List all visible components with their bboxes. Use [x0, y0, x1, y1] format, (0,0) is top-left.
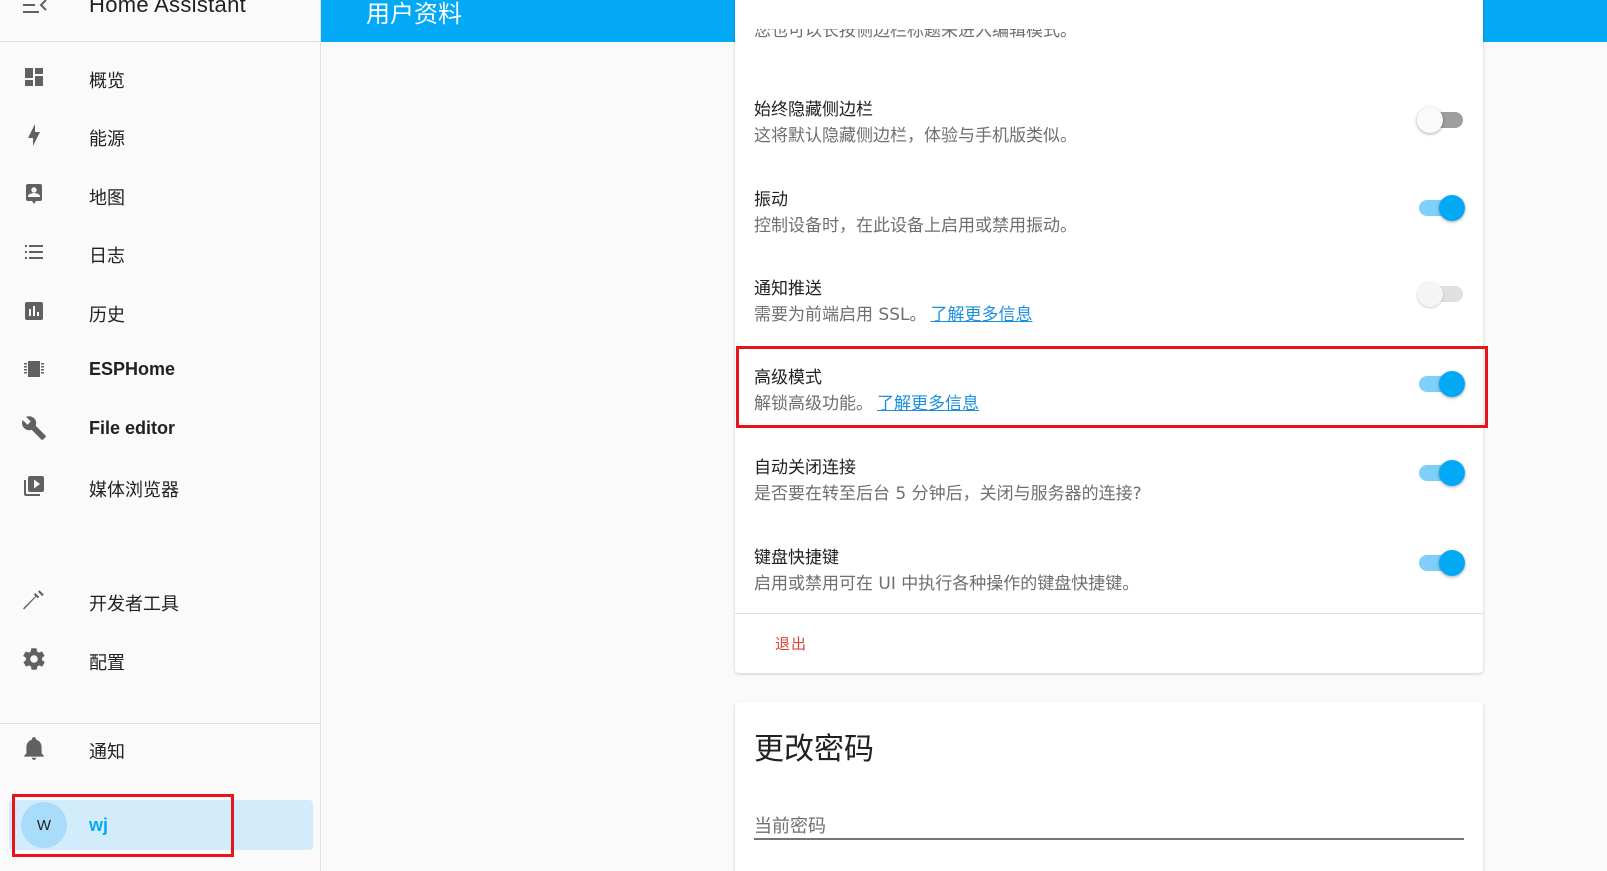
logout-button[interactable]: 退出: [775, 633, 807, 654]
sidebar-item-label: 媒体浏览器: [89, 480, 179, 501]
toggle-thumb: [1417, 107, 1443, 133]
sidebar-item-label: 历史: [89, 305, 125, 326]
chip-icon: [21, 356, 47, 382]
sidebar-item-label: 概览: [89, 71, 125, 92]
change-password-card: 更改密码 当前密码: [735, 702, 1483, 871]
sidebar-item-energy[interactable]: 能源: [0, 113, 320, 157]
advanced-mode-toggle[interactable]: [1417, 369, 1465, 397]
map-account-icon: [21, 181, 47, 207]
lightning-bolt-icon: [21, 122, 47, 148]
setting-description: 需要为前端启用 SSL。 了解更多信息: [754, 300, 1032, 325]
setting-row-vibrate: 振动 控制设备时，在此设备上启用或禁用振动。: [735, 185, 1483, 273]
learn-more-link[interactable]: 了解更多信息: [877, 394, 979, 414]
setting-title: 振动: [754, 190, 788, 210]
sidebar-item-label: 地图: [89, 188, 125, 209]
toggle-thumb: [1439, 550, 1465, 576]
current-password-label: 当前密码: [754, 816, 826, 837]
sidebar-item-developer-tools[interactable]: 开发者工具: [0, 578, 320, 622]
sidebar-item-logbook[interactable]: 日志: [0, 230, 320, 274]
toggle-thumb: [1439, 371, 1465, 397]
sidebar: Home Assistant 概览 能源 地图 日志 历史 ESPHome Fi…: [0, 0, 321, 871]
setting-description: 是否要在转至后台 5 分钟后，关闭与服务器的连接?: [754, 484, 1142, 504]
sidebar-item-label: File editor: [89, 418, 176, 438]
auto-close-toggle[interactable]: [1417, 458, 1465, 486]
sidebar-item-overview[interactable]: 概览: [0, 55, 320, 99]
setting-description: 这将默认隐藏侧边栏，体验与手机版类似。: [754, 126, 1077, 146]
gear-icon: [21, 646, 47, 672]
setting-row-advanced-mode: 高级模式 解锁高级功能。 了解更多信息: [735, 363, 1483, 451]
sidebar-item-history[interactable]: 历史: [0, 289, 320, 333]
sidebar-item-label: 日志: [89, 246, 125, 267]
setting-description: 启用或禁用可在 UI 中执行各种操作的键盘快捷键。: [754, 574, 1140, 594]
bell-icon: [21, 735, 47, 761]
sidebar-item-media-browser[interactable]: 媒体浏览器: [0, 464, 320, 508]
setting-row-keyboard-shortcuts: 键盘快捷键 启用或禁用可在 UI 中执行各种操作的键盘快捷键。: [735, 543, 1483, 631]
setting-row-auto-close: 自动关闭连接 是否要在转至后台 5 分钟后，关闭与服务器的连接?: [735, 453, 1483, 541]
user-name: wj: [89, 815, 109, 835]
dashboard-icon: [21, 64, 47, 90]
sidebar-item-map[interactable]: 地图: [0, 172, 320, 216]
current-password-field[interactable]: 当前密码: [754, 802, 1464, 840]
description-text: 解锁高级功能。: [754, 394, 873, 414]
sidebar-item-label: 配置: [89, 653, 125, 674]
setting-description: 解锁高级功能。 了解更多信息: [754, 389, 979, 414]
toggle-thumb: [1439, 460, 1465, 486]
setting-row-push-notifications: 通知推送 需要为前端启用 SSL。 了解更多信息: [735, 274, 1483, 362]
wrench-icon: [21, 415, 47, 441]
keyboard-shortcuts-toggle[interactable]: [1417, 548, 1465, 576]
hammer-icon: [21, 587, 47, 613]
list-icon: [21, 239, 47, 265]
vibrate-toggle[interactable]: [1417, 193, 1465, 221]
setting-description: 控制设备时，在此设备上启用或禁用振动。: [754, 216, 1077, 236]
toggle-thumb: [1439, 195, 1465, 221]
menu-icon[interactable]: [22, 0, 48, 16]
sidebar-item-file-editor[interactable]: File editor: [0, 406, 320, 450]
sidebar-item-esphome[interactable]: ESPHome: [0, 347, 320, 391]
sidebar-item-notifications[interactable]: 通知: [0, 726, 320, 770]
setting-title: 高级模式: [754, 368, 822, 388]
chart-box-icon: [21, 298, 47, 324]
sidebar-item-user-profile[interactable]: W wj: [9, 800, 313, 850]
cut-off-description: 您也可以长按侧边栏标题来进入编辑模式。: [754, 29, 1077, 41]
sidebar-item-config[interactable]: 配置: [0, 637, 320, 681]
app-title: Home Assistant: [89, 0, 247, 17]
sidebar-item-label: 通知: [89, 742, 125, 763]
page-title: 用户资料: [366, 0, 462, 28]
sidebar-item-label: 开发者工具: [89, 594, 179, 615]
setting-title: 通知推送: [754, 279, 822, 299]
learn-more-link[interactable]: 了解更多信息: [930, 305, 1032, 325]
card-actions-divider: [735, 613, 1483, 614]
setting-title: 键盘快捷键: [754, 548, 839, 568]
hide-sidebar-toggle[interactable]: [1417, 105, 1465, 133]
sidebar-header: Home Assistant: [0, 0, 320, 42]
play-box-icon: [21, 473, 47, 499]
sidebar-item-label: 能源: [89, 129, 125, 150]
description-text: 需要为前端启用 SSL。: [754, 305, 927, 325]
toggle-thumb: [1417, 281, 1443, 307]
push-notifications-toggle[interactable]: [1417, 279, 1465, 307]
change-password-title: 更改密码: [754, 732, 874, 767]
setting-row-hide-sidebar: 始终隐藏侧边栏 这将默认隐藏侧边栏，体验与手机版类似。: [735, 95, 1483, 183]
profile-settings-card: 您也可以长按侧边栏标题来进入编辑模式。 始终隐藏侧边栏 这将默认隐藏侧边栏，体验…: [735, 0, 1483, 673]
sidebar-item-label: ESPHome: [89, 359, 176, 379]
avatar: W: [21, 802, 67, 848]
setting-title: 自动关闭连接: [754, 458, 856, 478]
setting-title: 始终隐藏侧边栏: [754, 100, 873, 120]
sidebar-divider: [0, 723, 320, 724]
